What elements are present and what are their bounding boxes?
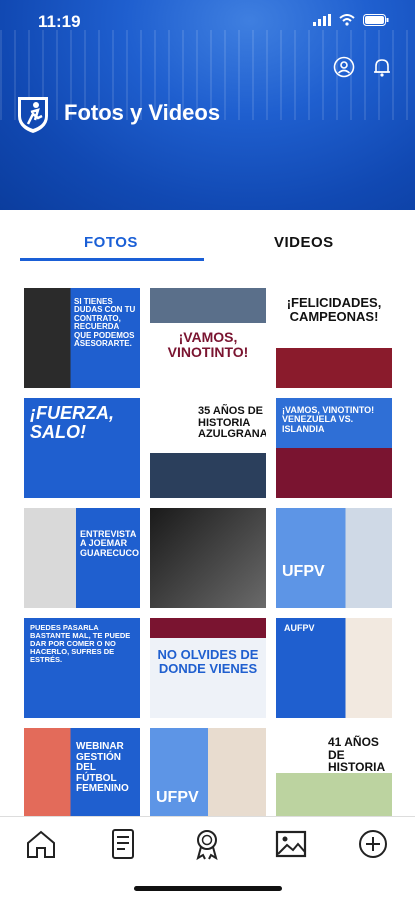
tile-caption: ¡FUERZA, SALO! bbox=[30, 403, 114, 442]
notification-bell-icon[interactable] bbox=[371, 56, 393, 78]
photo-tile[interactable]: WEBINAR GESTIÓN DEL FÚTBOL FEMENINO bbox=[24, 728, 140, 816]
photo-tile[interactable] bbox=[150, 508, 266, 608]
photo-tile[interactable]: ¡VAMOS, VINOTINTO! bbox=[150, 288, 266, 388]
signal-icon bbox=[313, 14, 331, 26]
photo-tile[interactable]: ¡FUERZA, SALO! bbox=[24, 398, 140, 498]
tile-caption: 41 AÑOS DE HISTORIA bbox=[328, 735, 386, 775]
tile-caption: NO OLVIDES DE DONDE VIENES bbox=[157, 647, 259, 676]
photo-tile[interactable]: UFPV bbox=[276, 508, 392, 608]
tile-caption: SI TIENES DUDAS CON TU CONTRATO, RECUERD… bbox=[74, 297, 136, 348]
tile-caption: AUFPV bbox=[284, 623, 315, 633]
status-icons bbox=[313, 14, 389, 26]
photo-tile[interactable]: 41 AÑOS DE HISTORIA bbox=[276, 728, 392, 816]
tab-fotos[interactable]: FOTOS bbox=[84, 234, 138, 251]
status-time: 11:19 bbox=[38, 12, 81, 31]
tile-caption: WEBINAR GESTIÓN DEL FÚTBOL FEMENINO bbox=[76, 741, 129, 794]
award-icon[interactable] bbox=[190, 827, 224, 861]
photo-tile[interactable]: UFPV bbox=[150, 728, 266, 816]
status-bar: 11:19 bbox=[0, 0, 415, 44]
photo-tile[interactable]: SI TIENES DUDAS CON TU CONTRATO, RECUERD… bbox=[24, 288, 140, 388]
tile-caption: ¡VAMOS, VINOTINTO! VENEZUELA VS. ISLANDI… bbox=[282, 405, 375, 434]
photo-tile[interactable]: ¡VAMOS, VINOTINTO! VENEZUELA VS. ISLANDI… bbox=[276, 398, 392, 498]
tile-caption: UFPV bbox=[156, 789, 199, 806]
tab-videos[interactable]: VIDEOS bbox=[274, 234, 334, 251]
photo-tile[interactable]: AUFPV bbox=[276, 618, 392, 718]
tile-caption: 35 AÑOS DE HISTORIA AZULGRANA bbox=[198, 405, 266, 441]
tile-caption: ENTREVISTA A JOEMAR GUARECUCO bbox=[80, 529, 140, 558]
tile-caption: ¡FELICIDADES, CAMPEONAS! bbox=[286, 295, 382, 324]
photo-tile[interactable]: NO OLVIDES DE DONDE VIENES bbox=[150, 618, 266, 718]
gallery-icon[interactable] bbox=[274, 827, 308, 861]
photo-grid: SI TIENES DUDAS CON TU CONTRATO, RECUERD… bbox=[24, 288, 392, 816]
battery-icon bbox=[363, 14, 389, 26]
app-logo bbox=[18, 97, 48, 133]
photo-tile[interactable]: PUEDES PASARLA BASTANTE MAL, TE PUEDE DA… bbox=[24, 618, 140, 718]
tile-caption: UFPV bbox=[282, 563, 325, 580]
tile-caption: ¡VAMOS, VINOTINTO! bbox=[167, 329, 249, 360]
plus-circle-icon[interactable] bbox=[356, 827, 390, 861]
page-title: Fotos y Videos bbox=[64, 100, 221, 125]
app-header: 11:19 Fotos y Videos bbox=[0, 0, 415, 210]
active-tab-indicator bbox=[20, 258, 204, 261]
photo-tile[interactable]: ENTREVISTA A JOEMAR GUARECUCO bbox=[24, 508, 140, 608]
photo-tile[interactable]: ¡FELICIDADES, CAMPEONAS! bbox=[276, 288, 392, 388]
home-icon[interactable] bbox=[24, 827, 58, 861]
document-icon[interactable] bbox=[106, 827, 140, 861]
tile-caption: PUEDES PASARLA BASTANTE MAL, TE PUEDE DA… bbox=[30, 623, 131, 664]
photo-tile[interactable]: 35 AÑOS DE HISTORIA AZULGRANA bbox=[150, 398, 266, 498]
home-indicator bbox=[134, 886, 282, 891]
wifi-icon bbox=[339, 14, 355, 26]
profile-icon[interactable] bbox=[333, 56, 355, 78]
